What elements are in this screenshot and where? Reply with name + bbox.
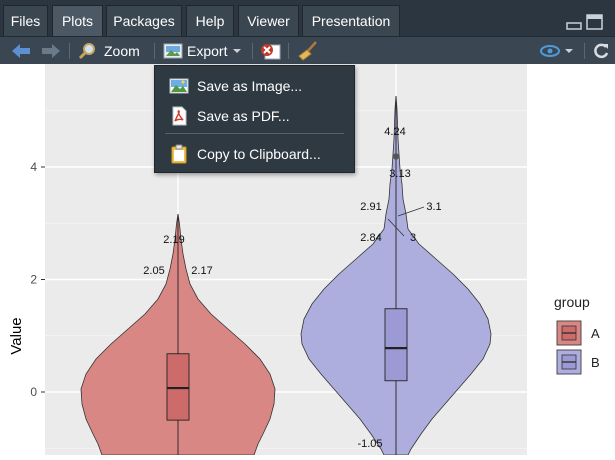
menu-item-label: Save as Image... [197, 78, 303, 94]
y-axis-title: Value [8, 317, 25, 354]
export-menu: Save as Image... Save as PDF... Copy to … [154, 65, 355, 173]
publish-button[interactable] [539, 37, 573, 65]
legend-label: B [591, 355, 600, 370]
tab-packages[interactable]: Packages [106, 5, 182, 36]
chevron-down-icon [233, 49, 242, 53]
clipboard-icon [171, 144, 187, 164]
arrow-left-icon [12, 44, 30, 58]
tab-files[interactable]: Files [3, 5, 48, 36]
pane-tab-bar: Files Plots Packages Help Viewer Present… [0, 0, 615, 36]
minimize-pane-icon[interactable] [566, 18, 582, 30]
arrow-right-icon [42, 44, 60, 58]
pdf-icon [172, 106, 187, 126]
data-label: 2.17 [191, 265, 212, 277]
tab-plots[interactable]: Plots [52, 5, 103, 36]
refresh-icon [594, 43, 609, 59]
export-button[interactable]: Export [163, 37, 242, 65]
clear-all-plots-button[interactable] [297, 37, 319, 65]
toolbar-divider [69, 43, 70, 59]
tab-presentation[interactable]: Presentation [302, 5, 400, 36]
zoom-label: Zoom [104, 43, 140, 59]
y-axis: 0 2 4 [30, 160, 45, 399]
menu-item-label: Copy to Clipboard... [197, 146, 321, 162]
remove-plot-button[interactable] [259, 37, 281, 65]
maximize-pane-icon[interactable] [586, 14, 604, 30]
menu-item-save-as-pdf[interactable]: Save as PDF... [155, 102, 354, 130]
chevron-down-icon [565, 49, 573, 53]
toolbar-divider [288, 43, 289, 59]
toolbar-divider [584, 43, 585, 59]
refresh-button[interactable] [592, 37, 610, 65]
box-a [166, 353, 190, 421]
data-label: 3.13 [389, 168, 410, 180]
y-tick-label: 4 [30, 160, 37, 174]
export-label: Export [187, 43, 228, 59]
export-image-icon [163, 43, 183, 59]
forward-button[interactable] [40, 37, 62, 65]
plots-toolbar: Zoom Export [0, 36, 615, 64]
back-button[interactable] [10, 37, 32, 65]
zoom-button[interactable]: Zoom [78, 37, 140, 65]
broom-icon [298, 41, 317, 61]
toolbar-divider [154, 43, 155, 59]
box-b [384, 308, 408, 382]
data-label: 2.05 [143, 265, 164, 277]
menu-divider [165, 133, 344, 134]
menu-item-label: Save as PDF... [197, 108, 290, 124]
menu-item-save-as-image[interactable]: Save as Image... [155, 72, 354, 100]
legend-label: A [591, 326, 600, 341]
data-label: 2.84 [360, 232, 381, 244]
data-label: 2.19 [163, 234, 184, 246]
data-label: -1.05 [357, 438, 382, 450]
legend: group AB [554, 294, 600, 375]
data-label: 3.1 [426, 201, 441, 213]
remove-plot-icon [261, 44, 281, 60]
data-label: 4.24 [384, 126, 405, 138]
y-tick-label: 0 [30, 385, 37, 399]
outlier-point [392, 153, 400, 160]
menu-item-copy-to-clipboard[interactable]: Copy to Clipboard... [155, 140, 354, 168]
magnifier-icon [78, 43, 95, 60]
y-tick-label: 2 [30, 273, 37, 287]
tab-help[interactable]: Help [186, 5, 234, 36]
data-label: 3 [410, 232, 416, 244]
tab-viewer[interactable]: Viewer [238, 5, 299, 36]
data-label: 2.91 [360, 201, 381, 213]
legend-title: group [554, 294, 590, 310]
toolbar-divider [252, 43, 253, 59]
image-icon [169, 78, 189, 94]
publish-icon [540, 45, 560, 57]
